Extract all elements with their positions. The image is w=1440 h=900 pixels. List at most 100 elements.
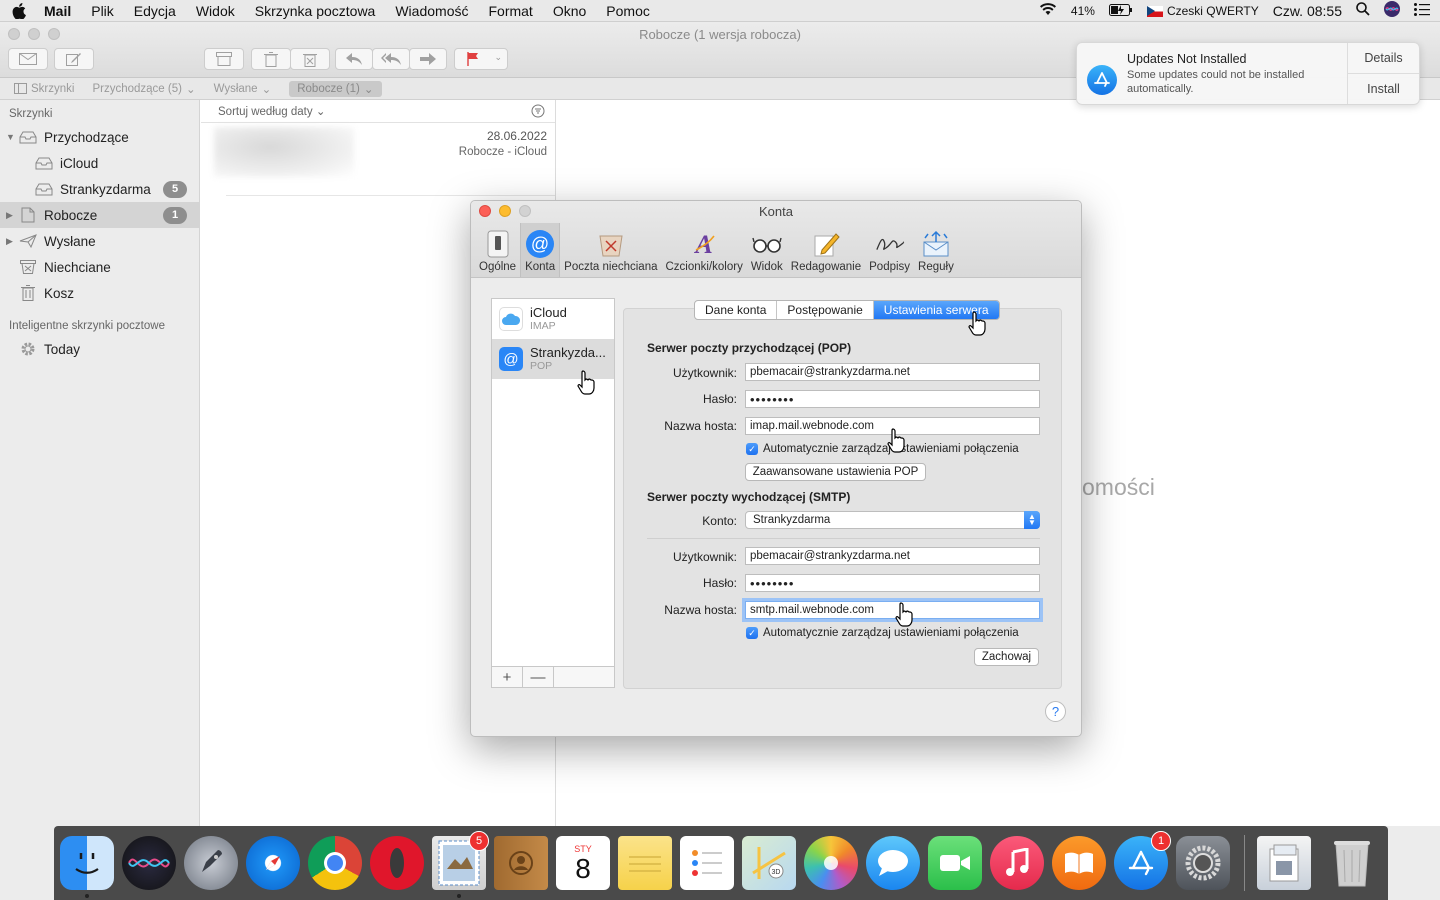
menu-view[interactable]: Widok [196,3,235,19]
advanced-pop-settings-button[interactable]: Zaawansowane ustawienia POP [745,463,926,481]
dock-books[interactable] [1052,836,1106,890]
menu-app-name[interactable]: Mail [44,3,71,19]
dock-mail[interactable]: 5 [432,831,489,898]
flag-button[interactable]: ⌄ [454,48,508,70]
outgoing-user-field[interactable]: pbemacair@strankyzdarma.net [745,547,1040,565]
menu-edit[interactable]: Edycja [134,3,176,19]
archive-button[interactable] [204,48,244,70]
dock-calendar[interactable]: STY 8 [556,836,610,890]
sidebar-item-label: iCloud [60,155,99,171]
preferences-tabs: Ogólne @ Konta Poczta niechciana A Czcio… [475,223,958,277]
menu-format[interactable]: Format [488,3,532,19]
dock-trash[interactable] [1325,836,1379,890]
menu-message[interactable]: Wiadomość [395,3,468,19]
dock-messages[interactable] [866,836,920,890]
account-row-icloud[interactable]: iCloud IMAP [492,299,614,339]
tab-rules[interactable]: Reguły [914,223,958,277]
wifi-icon[interactable] [1039,2,1057,19]
dock-siri[interactable] [122,836,176,890]
dock-facetime[interactable] [928,836,982,890]
contacts-book-icon [509,851,533,875]
dock-photos[interactable] [804,836,858,890]
favorites-inbox[interactable]: Przychodzące (5) ⌄ [92,82,195,96]
tab-mailbox-behaviors[interactable]: Postępowanie [777,301,874,319]
dock-reminders[interactable] [680,836,734,890]
sidebar-item-sent[interactable]: ▶ Wysłane [0,228,199,254]
delete-button[interactable] [251,48,291,70]
update-notification[interactable]: Updates Not Installed Some updates could… [1076,42,1420,105]
dock-opera[interactable] [370,836,424,890]
sidebar-item-drafts[interactable]: ▶ Robocze 1 [0,202,199,228]
help-button[interactable]: ? [1045,701,1066,722]
junk-button[interactable] [290,48,330,70]
tab-signatures[interactable]: Podpisy [865,223,914,277]
outgoing-auto-manage-checkbox[interactable]: ✓ Automatycznie zarządzaj ustawieniami p… [746,627,1019,639]
trash-icon [18,285,38,301]
disclosure-closed-icon[interactable]: ▶ [6,210,13,221]
add-account-button[interactable]: + [492,667,523,687]
dock-system-preferences[interactable] [1176,836,1230,890]
outgoing-password-field[interactable]: •••••••• [745,574,1040,592]
menu-window[interactable]: Okno [553,3,586,19]
details-button[interactable]: Details [1348,43,1419,73]
dock-contacts[interactable] [494,836,548,890]
sidebar-item-today[interactable]: Today [0,336,199,362]
incoming-password-field[interactable]: •••••••• [745,390,1040,408]
filter-icon[interactable] [531,104,545,121]
tab-junk-mail[interactable]: Poczta niechciana [560,223,661,277]
menu-mailbox[interactable]: Skrzynka pocztowa [255,3,376,19]
tab-composing[interactable]: Redagowanie [787,223,865,277]
dock-safari[interactable] [246,836,300,890]
apple-menu-icon[interactable] [10,2,28,20]
menu-file[interactable]: Plik [91,3,114,19]
favorites-drafts[interactable]: Robocze (1) ⌄ [289,80,382,97]
menu-help[interactable]: Pomoc [606,3,650,19]
tab-accounts[interactable]: @ Konta [520,223,561,277]
input-source[interactable]: Czeski QWERTY [1146,4,1259,18]
sidebar-item-junk[interactable]: Niechciane [0,254,199,280]
reply-button[interactable] [335,48,373,70]
clock[interactable]: Czw. 08:55 [1273,3,1342,19]
inbox-icon [34,155,54,171]
incoming-user-field[interactable]: pbemacair@strankyzdarma.net [745,363,1040,381]
dock-maps[interactable]: 3D [742,836,796,890]
dock-app-store[interactable]: 1 [1114,831,1171,890]
tab-view[interactable]: Widok [747,223,787,277]
dock-music[interactable] [990,836,1044,890]
battery-charging-icon[interactable] [1108,3,1133,19]
disclosure-open-icon[interactable]: ▼ [6,132,15,142]
sidebar-item-icloud[interactable]: iCloud [0,150,199,176]
outgoing-account-select[interactable]: Strankyzdarma ▲ ▼ [745,511,1040,529]
dock-downloads-stack[interactable] [1257,836,1311,890]
list-item[interactable]: 28.06.2022 Robocze - iCloud [214,123,555,196]
sidebar-item-trash[interactable]: Kosz [0,280,199,306]
siri-icon[interactable] [1384,1,1400,20]
spotlight-icon[interactable] [1356,2,1370,19]
favorites-mailboxes[interactable]: Skrzynki [14,83,74,95]
notification-center-icon[interactable] [1414,2,1430,19]
account-list: iCloud IMAP @ Strankyzda... POP + — [491,298,615,688]
dock-finder[interactable] [60,836,114,898]
hand-cursor-icon [895,602,913,627]
install-button[interactable]: Install [1348,73,1419,104]
incoming-auto-manage-checkbox[interactable]: ✓ Automatycznie zarządzaj ustawieniami p… [746,443,1019,455]
disclosure-closed-icon[interactable]: ▶ [6,236,13,247]
hand-cursor-icon [887,428,905,453]
save-button[interactable]: Zachowaj [974,648,1039,666]
sort-by-date-button[interactable]: Sortuj według daty ⌄ [218,104,325,118]
get-mail-button[interactable] [8,48,48,70]
remove-account-button[interactable]: — [523,667,554,687]
compose-button[interactable] [54,48,94,70]
tab-fonts-colors[interactable]: A Czcionki/kolory [662,223,747,277]
favorites-sent[interactable]: Wysłane ⌄ [214,82,272,96]
sidebar-item-strankyzdarma[interactable]: Strankyzdarma 5 [0,176,199,202]
dock-launchpad[interactable] [184,836,238,890]
tab-account-info[interactable]: Dane konta [695,301,778,319]
forward-button[interactable] [409,48,447,70]
dock-chrome[interactable] [308,836,362,890]
reply-all-button[interactable] [372,48,410,70]
tab-general[interactable]: Ogólne [475,223,520,277]
dock-notes[interactable] [618,836,672,890]
sidebar-item-inbox[interactable]: ▼ Przychodzące [0,124,199,150]
outgoing-host-field[interactable]: smtp.mail.webnode.com [745,601,1040,619]
